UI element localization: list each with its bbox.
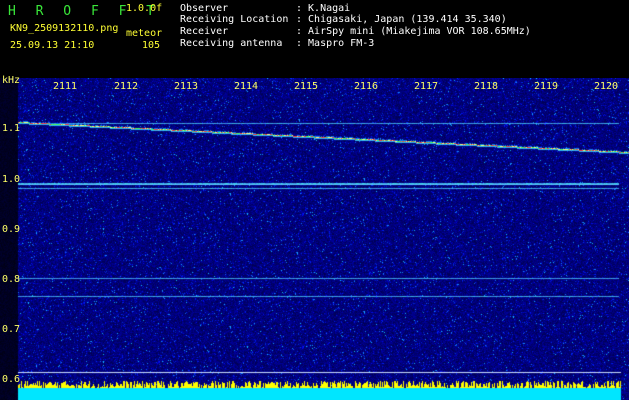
- x-tick-label: 2112: [114, 81, 139, 92]
- header-panel: H R O F F T 1.0.0f KN9_2509132110.png me…: [0, 0, 629, 78]
- mode-label: meteor: [126, 28, 163, 39]
- field-label-observer: Observer: [180, 3, 229, 14]
- field-label-antenna: Receiving antenna: [180, 38, 283, 49]
- axis-overlay: kHz 2111 2112 2113 2114 2115 2116 2117 2…: [0, 75, 629, 400]
- x-tick-label: 2117: [414, 81, 439, 92]
- y-tick-label: 0.6: [2, 374, 21, 385]
- field-value-receiver: : AirSpy mini (Miakejima VOR 108.65MHz): [296, 26, 531, 37]
- detection-count: 105: [142, 40, 161, 51]
- x-tick-label: 2119: [534, 81, 559, 92]
- file-name: KN9_2509132110.png: [10, 23, 119, 34]
- x-tick-label: 2118: [474, 81, 499, 92]
- field-value-antenna: : Maspro FM-3: [296, 38, 375, 49]
- y-tick-label: 0.8: [2, 274, 21, 285]
- y-tick-label: 1.0: [2, 174, 21, 185]
- x-tick-label: 2113: [174, 81, 199, 92]
- y-tick-label: 0.9: [2, 224, 21, 235]
- field-label-location: Receiving Location: [180, 14, 289, 25]
- field-value-location: : Chigasaki, Japan (139.414 35.340): [296, 14, 507, 25]
- x-tick-label: 2120: [594, 81, 619, 92]
- y-axis-unit: kHz: [2, 75, 21, 86]
- app-version: 1.0.0f: [126, 3, 163, 14]
- x-tick-label: 2114: [234, 81, 259, 92]
- y-tick-label: 0.7: [2, 324, 21, 335]
- x-tick-label: 2115: [294, 81, 319, 92]
- y-tick-label: 1.1: [2, 123, 21, 134]
- x-tick-label: 2111: [53, 81, 78, 92]
- timestamp: 25.09.13 21:10: [10, 40, 95, 51]
- field-value-observer: : K.Nagai: [296, 3, 351, 14]
- x-tick-label: 2116: [354, 81, 379, 92]
- field-label-receiver: Receiver: [180, 26, 229, 37]
